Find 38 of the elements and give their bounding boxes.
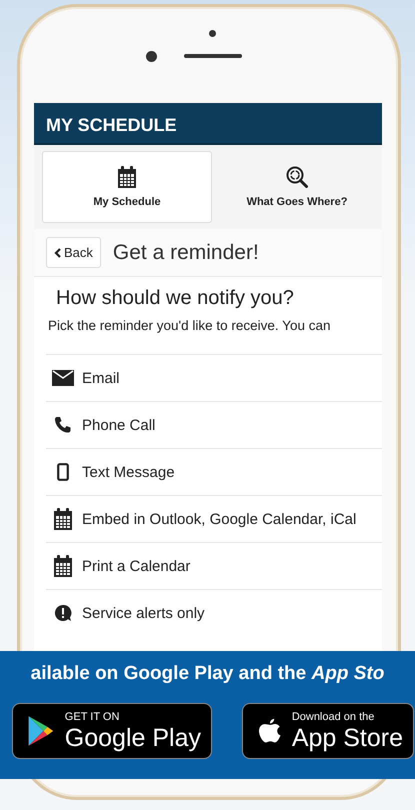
calendar-icon [53,508,73,530]
availability-text: ailable on Google Play and the App Sto [30,663,386,686]
badge-caption: GET IT ON [64,710,120,724]
store-name: Google Play [64,724,201,752]
camera-dot [209,30,216,37]
calendar-icon [117,166,137,188]
option-label: Embed in Outlook, Google Calendar, iCal [82,510,356,528]
badge-caption: Download on the [292,710,376,724]
option-label: Text Message [82,464,175,480]
option-label: Email [82,370,120,386]
option-row[interactable]: Print a Calendar [46,542,382,589]
option-row[interactable]: Email [46,354,382,401]
option-row[interactable]: Text Message [46,448,382,495]
recycle-search-icon [286,166,308,188]
hint-text: Pick the reminder you'd like to receive. You can [47,317,332,335]
option-label: Phone Call [82,416,156,434]
option-row[interactable]: Phone Call [46,401,382,448]
question-heading: How should we notify you? [55,286,295,310]
tab[interactable]: What Goes Where? [212,151,382,223]
back-button[interactable]: Back [46,237,101,268]
store-name: App Store [292,724,403,752]
envelope-icon [52,370,74,386]
alert-bubble-icon [54,604,72,622]
option-row[interactable]: Service alerts only [46,589,382,636]
option-row[interactable]: Embed in Outlook, Google Calendar, iCal [46,495,382,542]
speaker-slot [184,54,242,58]
option-label: Service alerts only [82,604,205,622]
tab[interactable]: My Schedule [42,151,212,223]
mobile-phone-icon [57,463,69,481]
option-label: Print a Calendar [82,558,190,574]
sensor-dot [146,51,157,62]
calendar-icon [53,555,73,577]
caret-icon [54,248,61,258]
app-store-badge[interactable]: Download on the App Store [242,703,414,759]
page-title: Get a reminder! [112,240,259,264]
header-bar: MY SCHEDULE [34,103,382,145]
google-play-badge[interactable]: GET IT ON Google Play [12,703,212,759]
phone-icon [54,416,72,434]
